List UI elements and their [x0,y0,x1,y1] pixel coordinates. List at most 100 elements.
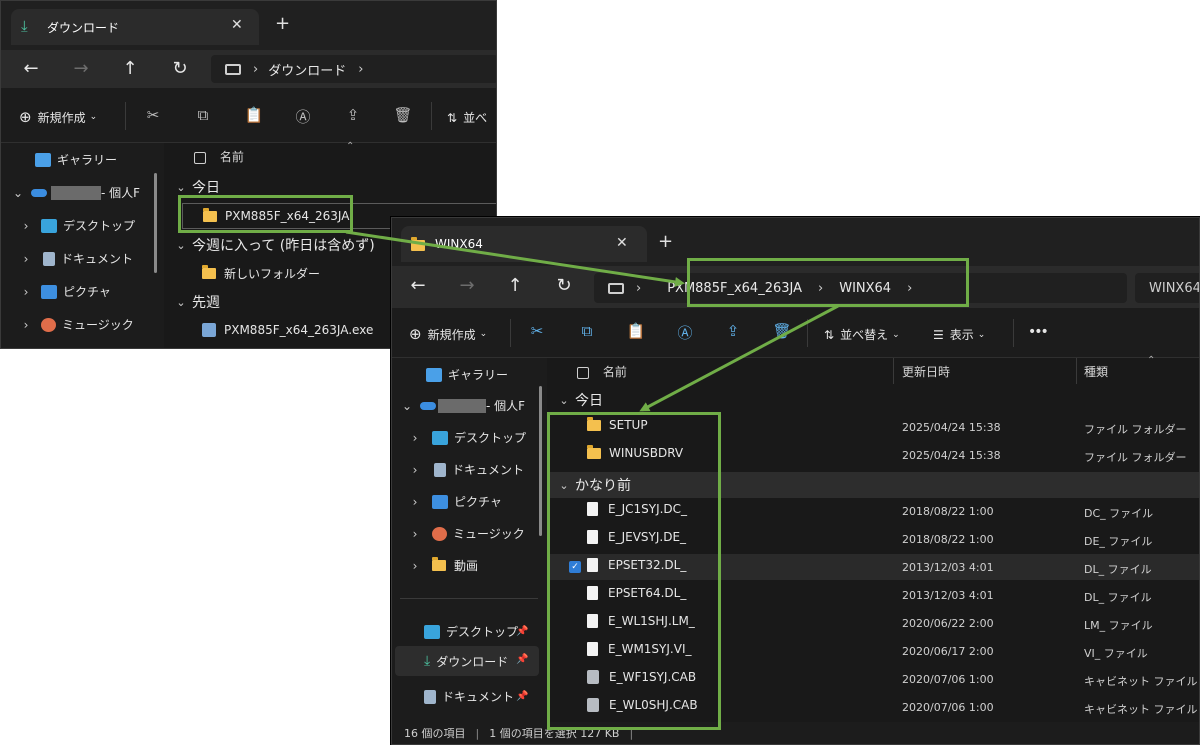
list-item[interactable]: EPSET32.DL_ [587,558,686,572]
new-button[interactable]: ⊕ 新規作成 ⌄ [409,325,487,343]
item-name: 新しいフォルダー [224,267,321,281]
new-button[interactable]: ⊕ 新規作成 ⌄ [19,108,97,126]
sidebar-item-gallery[interactable]: ギャラリー [35,151,117,168]
refresh-button[interactable]: ↻ [166,58,194,79]
list-item[interactable]: EPSET64.DL_ [587,586,686,600]
list-item[interactable]: E_JC1SYJ.DC_ [587,502,687,516]
sidebar-item-onedrive[interactable]: ⌄ - 個人F [11,184,140,201]
tab-winx64[interactable]: WINX64 ✕ [401,226,647,262]
quick-access-downloads[interactable]: ⤓ ダウンロード 📌 [395,646,539,676]
close-tab-icon[interactable]: ✕ [231,17,243,33]
pin-icon[interactable]: 📌 [516,691,528,702]
tab-title: WINX64 [435,237,483,251]
column-divider[interactable] [893,358,894,384]
item-type: ファイル フォルダー [1084,451,1187,464]
sidebar-item-desktop[interactable]: › デスクトップ [408,429,526,446]
column-header-name[interactable]: 名前 [194,148,244,165]
back-button[interactable]: ← [404,275,432,296]
up-button[interactable]: ↑ [116,58,144,79]
sidebar-item-onedrive[interactable]: ⌄ - 個人F [400,397,525,414]
back-button[interactable]: ← [17,58,45,79]
breadcrumb-item[interactable]: PXM885F_x64_263JA [667,281,802,296]
sidebar-item-documents[interactable]: › ドキュメント [408,461,524,478]
list-item[interactable]: E_WF1SYJ.CAB [587,670,696,684]
pin-icon[interactable]: 📌 [516,654,528,665]
share-icon[interactable]: ⇪ [343,106,363,124]
download-icon: ⤓ [21,17,28,35]
select-all-checkbox[interactable] [577,366,589,379]
sidebar-item-videos[interactable]: › 動画 [408,557,478,574]
delete-icon[interactable]: 🗑 [772,322,792,340]
group-header[interactable]: ⌄ 今日 [557,390,603,410]
row-checkbox[interactable]: ✓ [569,561,581,573]
rename-icon[interactable]: Ⓐ [675,322,695,343]
select-all-checkbox[interactable] [194,151,206,164]
copy-icon[interactable]: ⧉ [193,106,213,124]
folder-icon [587,444,601,459]
list-item[interactable]: E_WL1SHJ.LM_ [587,614,695,628]
forward-button[interactable]: → [67,58,95,79]
paste-icon[interactable]: 📋 [244,106,264,124]
list-item[interactable]: 新しいフォルダー [202,265,320,282]
cut-icon[interactable]: ✂ [527,322,547,340]
delete-icon[interactable]: 🗑 [393,106,413,124]
paste-icon[interactable]: 📋 [626,322,646,340]
sort-button[interactable]: ⇅ 並べ [447,109,487,126]
cut-icon[interactable]: ✂ [143,106,163,124]
item-modified: 2020/07/06 1:00 [902,673,994,686]
list-item[interactable]: E_JEVSYJ.DE_ [587,530,686,544]
tab-downloads[interactable]: ⤓ ダウンロード ✕ [11,9,259,45]
chevron-down-icon: ⌄ [176,238,186,252]
file-icon [587,642,598,656]
column-header-type[interactable]: 種類 [1084,363,1108,380]
column-header-modified[interactable]: 更新日時 [902,363,950,380]
sidebar-item-music[interactable]: › ミュージック [19,316,134,333]
rename-icon[interactable]: Ⓐ [293,106,313,127]
music-icon [41,317,56,332]
view-button[interactable]: ☰ 表示 ⌄ [933,326,985,343]
column-divider[interactable] [1076,358,1077,384]
pictures-icon [432,494,448,509]
sidebar-item-pictures[interactable]: › ピクチャ [408,493,502,510]
sidebar-item-label: ミュージック [453,527,525,541]
item-modified: 2020/06/17 2:00 [902,645,994,658]
more-button[interactable]: ••• [1028,324,1049,340]
refresh-button[interactable]: ↻ [550,275,578,296]
column-header-name[interactable]: 名前 [577,363,627,380]
breadcrumb-item[interactable]: ダウンロード [268,60,346,79]
group-header[interactable]: ⌄ 今週に入って (昨日は含めず) [174,235,374,255]
group-header[interactable]: ⌄ 先週 [174,292,220,312]
quick-access-documents[interactable]: ドキュメント 📌 [424,688,534,705]
sidebar-item-documents[interactable]: › ドキュメント [19,250,133,267]
list-item[interactable]: E_WL0SHJ.CAB [587,698,698,712]
forward-button[interactable]: → [453,275,481,296]
sidebar-item-pictures[interactable]: › ピクチャ [19,283,111,300]
address-bar[interactable]: › ダウンロード › [211,55,496,83]
sidebar-scrollbar[interactable] [539,386,542,536]
group-header[interactable]: ⌄ かなり前 [547,472,1199,498]
address-bar[interactable]: › PXM885F_x64_263JA › WINX64 › [594,273,1127,303]
breadcrumb-item[interactable]: WINX64 [839,281,891,296]
search-box[interactable]: WINX64 [1135,273,1199,303]
copy-icon[interactable]: ⧉ [577,322,597,340]
sort-label: 並べ替え [840,328,889,342]
sort-button[interactable]: ⇅ 並べ替え ⌄ [824,326,900,343]
this-pc-icon [225,63,241,75]
list-item[interactable]: PXM885F_x64_263JA.exe [202,323,373,337]
pin-icon[interactable]: 📌 [516,626,528,637]
group-header[interactable]: ⌄ 今日 [174,177,220,197]
quick-access-desktop[interactable]: デスクトップ 📌 [424,623,534,640]
sidebar-item-gallery[interactable]: ギャラリー [426,366,508,383]
list-item[interactable]: WINUSBDRV [587,444,683,460]
list-item[interactable]: E_WM1SYJ.VI_ [587,642,691,656]
new-tab-button[interactable]: + [658,231,673,252]
up-button[interactable]: ↑ [501,275,529,296]
sidebar-item-music[interactable]: › ミュージック [408,525,525,542]
list-item[interactable]: SETUP [587,416,648,432]
cabinet-icon [587,698,599,712]
sidebar-scrollbar[interactable] [154,173,157,273]
close-tab-icon[interactable]: ✕ [616,235,628,251]
share-icon[interactable]: ⇪ [723,322,743,340]
sidebar-item-desktop[interactable]: › デスクトップ [19,217,135,234]
new-tab-button[interactable]: + [275,13,290,34]
